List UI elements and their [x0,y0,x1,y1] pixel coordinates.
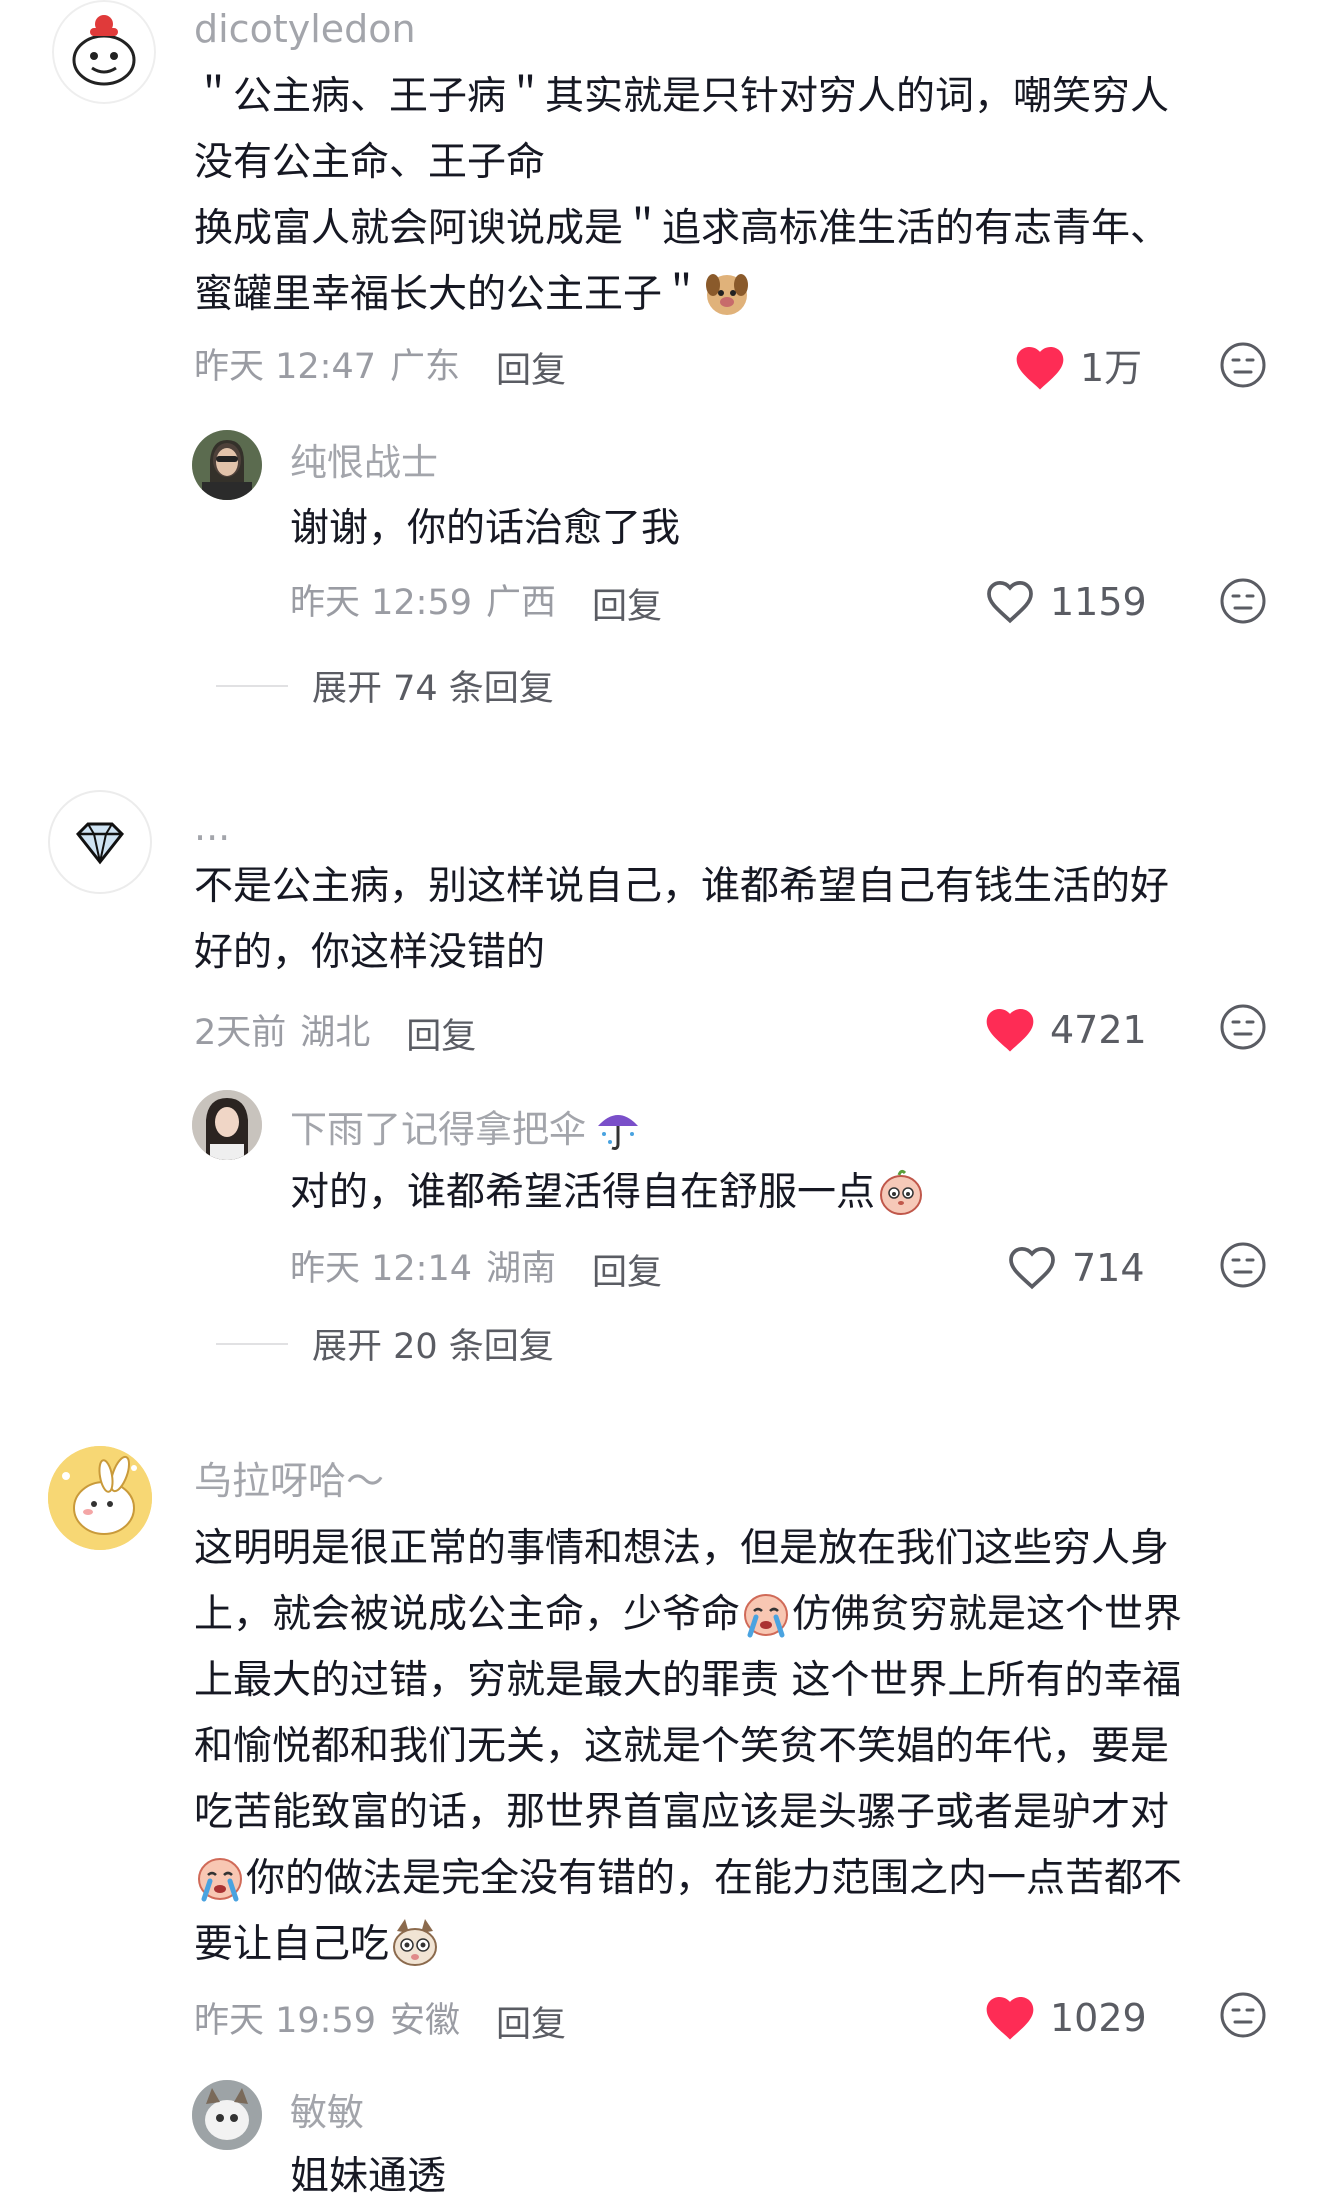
expand-replies-button[interactable]: 展开 20 条回复 [216,1318,554,1369]
reply-text-content: 对的，谁都希望活得自在舒服一点 [290,1170,876,1215]
like-button[interactable]: 1029 [982,1990,1147,2046]
divider [216,684,288,687]
reply-button[interactable]: 回复 [496,342,566,393]
reply-text: 谢谢，你的话治愈了我 [290,506,681,551]
reply-username[interactable]: 下雨了记得拿把伞 [290,1102,644,1154]
like-button[interactable]: 1万 [1012,340,1142,396]
dislike-face-icon[interactable] [1218,1002,1268,1052]
comment-meta: 昨天 12:47 广东 回复 [194,342,566,393]
heart-icon [1004,1240,1060,1296]
like-button[interactable]: 4721 [982,1002,1147,1058]
comment-text-line: 你的做法是完全没有错的，在能力范围之内一点苦都不 [246,1856,1183,1901]
expand-replies-label: 展开 74 条回复 [312,669,554,709]
heart-icon [982,1002,1038,1058]
heart-icon [982,1990,1038,2046]
comment-text-line: 上，就会被说成公主命，少爷命 [194,1592,741,1637]
cat-emoji [389,1917,441,1969]
comment-region: 安徽 [390,2001,461,2041]
like-button[interactable]: 1159 [982,574,1147,630]
avatar[interactable] [52,0,156,104]
comment-text-line: 要让自己吃 [194,1922,390,1967]
expand-replies-label: 展开 20 条回复 [312,1327,554,1367]
comment-text-line: 上最大的过错，穷就是最大的罪责 这个世界上所有的幸福 [194,1658,1182,1703]
reply-time: 昨天 12:14 [290,1249,472,1289]
reply-meta: 昨天 12:59 广西 回复 [290,578,662,629]
like-count: 4721 [1050,1008,1147,1052]
comment-time: 2天前 [194,1013,287,1053]
comment-text-line: 好的，你这样没错的 [194,930,546,975]
comment-text: 不是公主病，别这样说自己，谁都希望自己有钱生活的好 好的，你这样没错的 [194,854,1274,986]
comment-meta: 昨天 19:59 安徽 回复 [194,1996,566,2047]
comment-text-line: 和愉悦都和我们无关，这就是个笑贫不笑娼的年代，要是 [194,1724,1170,1769]
reply-time: 昨天 12:59 [290,583,472,623]
reply-button[interactable]: 回复 [406,1008,476,1059]
reply-region: 湖南 [486,1249,557,1289]
comment-time: 昨天 19:59 [194,2001,376,2041]
comment-meta: 2天前 湖北 回复 [194,1008,476,1059]
comment-text-line: 吃苦能致富的话，那世界首富应该是头骡子或者是驴才对 [194,1790,1170,1835]
reply-text: 姐妹通透 [290,2154,447,2199]
comment-region: 湖北 [300,1013,371,1053]
reply-button[interactable]: 回复 [592,578,662,629]
comment-text: ＂公主病、王子病＂其实就是只针对穷人的词，嘲笑穷人 没有公主命、王子命 换成富人… [194,64,1254,328]
reply-meta: 昨天 12:14 湖南 回复 [290,1244,662,1295]
like-count: 1029 [1050,1996,1147,2040]
dislike-face-icon[interactable] [1218,340,1268,390]
heart-icon [982,574,1038,630]
expand-replies-button[interactable]: 展开 74 条回复 [216,660,554,711]
dog-emoji [701,267,753,319]
like-count: 1159 [1050,580,1147,624]
avatar[interactable] [192,1090,262,1160]
comment-text-line: 蜜罐里幸福长大的公主王子＂ [194,272,702,317]
like-count: 714 [1072,1246,1145,1290]
avatar[interactable] [48,790,152,894]
reply-button[interactable]: 回复 [496,1996,566,2047]
reply-username[interactable]: 纯恨战士 [290,444,438,481]
comment-text-line: 这明明是很正常的事情和想法，但是放在我们这些穷人身 [194,1526,1170,1571]
comment-text: 这明明是很正常的事情和想法，但是放在我们这些穷人身 上，就会被说成公主命，少爷命… [194,1516,1294,1978]
comment-text-line: ＂公主病、王子病＂其实就是只针对穷人的词，嘲笑穷人 [194,74,1170,119]
comment-text-line: 不是公主病，别这样说自己，谁都希望自己有钱生活的好 [194,864,1170,909]
comment-text-line: 仿佛贫穷就是这个世界 [792,1592,1183,1637]
comment-username[interactable]: dicotyledon [194,10,416,48]
like-count: 1万 [1080,346,1143,390]
comment-time: 昨天 12:47 [194,347,376,387]
reply-region: 广西 [486,583,557,623]
reply-text: 对的，谁都希望活得自在舒服一点 [290,1160,927,1226]
reply-button[interactable]: 回复 [592,1244,662,1295]
avatar[interactable] [48,1446,152,1550]
reply-username[interactable]: 敏敏 [290,2094,364,2131]
cry-emoji [740,1587,792,1639]
avatar[interactable] [192,430,262,500]
comment-text-line: 没有公主命、王子命 [194,140,546,185]
comment-text-line: 换成富人就会阿谀说成是＂追求高标准生活的有志青年、 [194,206,1170,251]
comment-region: 广东 [390,347,461,387]
bean-emoji [875,1165,927,1217]
dislike-face-icon[interactable] [1218,1990,1268,2040]
comment-username[interactable]: 乌拉呀哈～ [194,1462,384,1500]
umbrella-emoji [592,1102,644,1154]
comment-username[interactable]: ... [194,808,230,846]
heart-icon [1012,340,1068,396]
dislike-face-icon[interactable] [1218,1240,1268,1290]
dislike-face-icon[interactable] [1218,576,1268,626]
reply-username-text: 下雨了记得拿把伞 [290,1108,586,1151]
cry-emoji [194,1851,246,1903]
divider [216,1342,288,1345]
avatar[interactable] [192,2080,262,2150]
like-button[interactable]: 714 [1004,1240,1145,1296]
